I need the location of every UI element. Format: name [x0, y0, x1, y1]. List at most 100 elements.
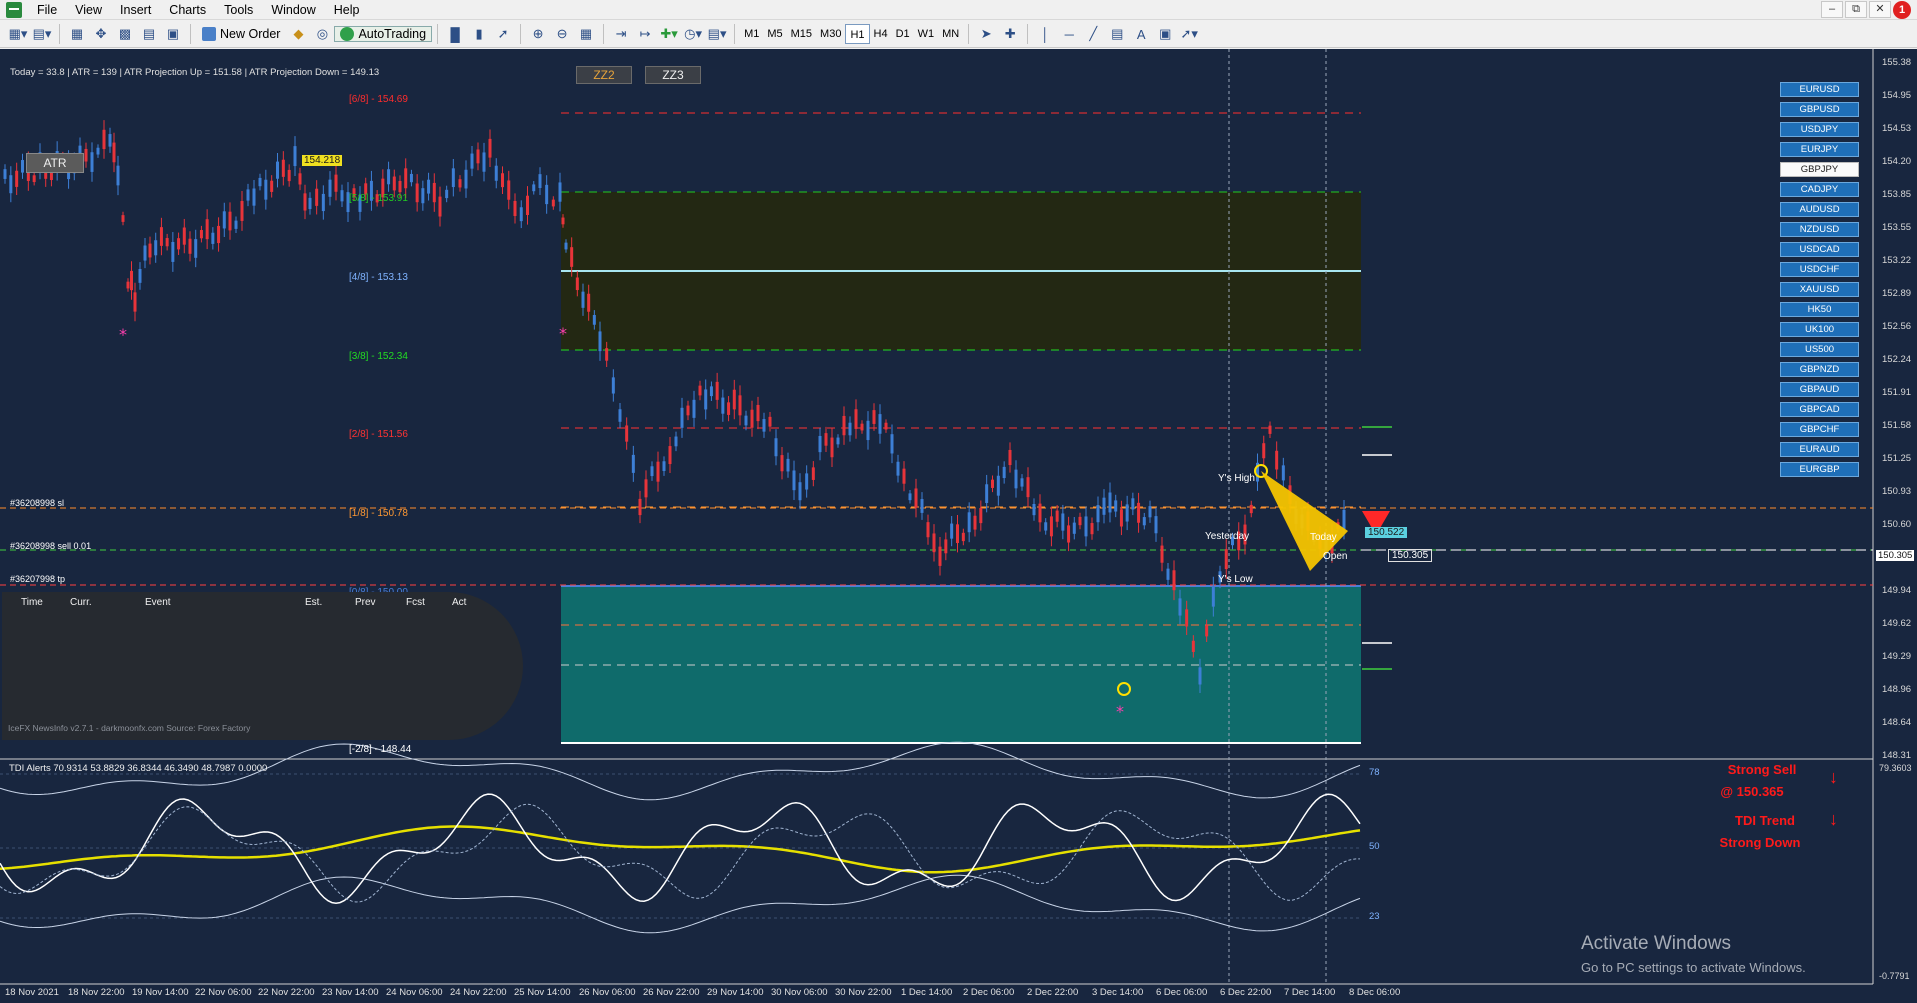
candle-body: [84, 148, 88, 162]
candle-body: [217, 225, 221, 244]
bar-chart-icon[interactable]: █: [444, 23, 466, 45]
timeframe-mn[interactable]: MN: [938, 24, 963, 44]
candle-body: [926, 522, 930, 538]
chart-shift-icon[interactable]: ↦: [634, 23, 656, 45]
time-axis-label: 2 Dec 22:00: [1027, 987, 1079, 998]
candle-body: [985, 484, 989, 503]
candle-body: [143, 245, 147, 261]
templates-icon[interactable]: ▤▾: [706, 23, 728, 45]
timeframe-m15[interactable]: M15: [787, 24, 816, 44]
candle-body: [116, 165, 120, 186]
timeframe-h1[interactable]: H1: [845, 24, 870, 44]
symbol-button-gbpaud[interactable]: GBPAUD: [1780, 382, 1859, 397]
text-icon[interactable]: A: [1130, 23, 1152, 45]
line-chart-icon[interactable]: ➚: [492, 23, 514, 45]
symbol-button-cadjpy[interactable]: CADJPY: [1780, 182, 1859, 197]
zz2-button[interactable]: ZZ2: [576, 66, 632, 84]
candle-body: [1268, 425, 1272, 434]
timeframe-w1[interactable]: W1: [914, 24, 939, 44]
symbol-button-us500[interactable]: US500: [1780, 342, 1859, 357]
symbol-button-eurusd[interactable]: EURUSD: [1780, 82, 1859, 97]
symbol-button-eurgbp[interactable]: EURGBP: [1780, 462, 1859, 477]
symbol-button-euraud[interactable]: EURAUD: [1780, 442, 1859, 457]
auto-trading-button[interactable]: AutoTrading: [334, 26, 433, 42]
indicators-icon[interactable]: ✚▾: [658, 23, 680, 45]
symbol-button-gbpcad[interactable]: GBPCAD: [1780, 402, 1859, 417]
candle-body: [171, 241, 175, 262]
symbol-button-uk100[interactable]: UK100: [1780, 322, 1859, 337]
time-axis-label: 6 Dec 06:00: [1156, 987, 1208, 998]
candle-body: [1108, 492, 1112, 513]
vertical-line-icon[interactable]: │: [1034, 23, 1056, 45]
text-label-icon[interactable]: ▣: [1154, 23, 1176, 45]
candle-body: [944, 539, 948, 554]
zoom-in-icon[interactable]: ⊕: [527, 23, 549, 45]
chart-window[interactable]: * * * Today = 33.8 | ATR = 139 | ATR Proje…: [0, 49, 1917, 1003]
window-controls: – ⧉ ✕ 1: [1821, 1, 1911, 19]
periods-icon[interactable]: ◷▾: [682, 23, 704, 45]
atr-button[interactable]: ATR: [26, 153, 84, 173]
menu-tools[interactable]: Tools: [215, 0, 262, 20]
candle-body: [133, 292, 137, 312]
symbol-button-gbpnzd[interactable]: GBPNZD: [1780, 362, 1859, 377]
zoom-out-icon[interactable]: ⊖: [551, 23, 573, 45]
symbol-button-gbpusd[interactable]: GBPUSD: [1780, 102, 1859, 117]
menu-file[interactable]: File: [28, 0, 66, 20]
candle-body: [138, 268, 142, 283]
metaeditor-icon[interactable]: ◆: [287, 23, 309, 45]
timeframe-h4[interactable]: H4: [870, 24, 892, 44]
timeframe-m1[interactable]: M1: [740, 24, 763, 44]
navigator-icon[interactable]: ✥: [90, 23, 112, 45]
menu-charts[interactable]: Charts: [160, 0, 215, 20]
horizontal-line-icon[interactable]: ─: [1058, 23, 1080, 45]
tile-windows-icon[interactable]: ▦: [575, 23, 597, 45]
symbol-button-hk50[interactable]: HK50: [1780, 302, 1859, 317]
arrows-icon[interactable]: ➚▾: [1178, 23, 1200, 45]
symbol-button-audusd[interactable]: AUDUSD: [1780, 202, 1859, 217]
trendline-icon[interactable]: ╱: [1082, 23, 1104, 45]
terminal-icon[interactable]: ▤: [138, 23, 160, 45]
candle-body: [159, 227, 163, 246]
candle-body: [824, 433, 828, 446]
chart-canvas[interactable]: * * *: [0, 49, 1917, 1003]
price-axis-label: 151.25: [1882, 453, 1912, 464]
candle-body: [732, 389, 736, 410]
symbol-button-gbpjpy[interactable]: GBPJPY: [1780, 162, 1859, 177]
timeframe-m5[interactable]: M5: [763, 24, 786, 44]
candle-body: [692, 399, 696, 418]
auto-scroll-icon[interactable]: ⇥: [610, 23, 632, 45]
market-watch-icon[interactable]: ▦: [66, 23, 88, 45]
signals-icon[interactable]: ◎: [311, 23, 333, 45]
candlestick-icon[interactable]: ▮: [468, 23, 490, 45]
symbol-button-usdcad[interactable]: USDCAD: [1780, 242, 1859, 257]
cursor-icon[interactable]: ➤: [975, 23, 997, 45]
notification-badge[interactable]: 1: [1893, 1, 1911, 19]
menu-window[interactable]: Window: [262, 0, 324, 20]
close-icon[interactable]: ✕: [1869, 1, 1891, 18]
menu-help[interactable]: Help: [325, 0, 369, 20]
candle-body: [744, 415, 748, 426]
timeframe-m30[interactable]: M30: [816, 24, 845, 44]
symbol-button-usdjpy[interactable]: USDJPY: [1780, 122, 1859, 137]
timeframe-d1[interactable]: D1: [892, 24, 914, 44]
channel-icon[interactable]: ▤: [1106, 23, 1128, 45]
profiles-icon[interactable]: ▤▾: [31, 23, 53, 45]
candle-body: [902, 468, 906, 484]
symbol-button-gbpchf[interactable]: GBPCHF: [1780, 422, 1859, 437]
symbol-button-eurjpy[interactable]: EURJPY: [1780, 142, 1859, 157]
symbol-button-xauusd[interactable]: XAUUSD: [1780, 282, 1859, 297]
minimize-icon[interactable]: –: [1821, 1, 1843, 18]
data-window-icon[interactable]: ▩: [114, 23, 136, 45]
symbol-button-nzdusd[interactable]: NZDUSD: [1780, 222, 1859, 237]
menu-insert[interactable]: Insert: [111, 0, 160, 20]
new-chart-icon[interactable]: ▦▾: [7, 23, 29, 45]
candle-body: [293, 146, 297, 167]
crosshair-icon[interactable]: ✚: [999, 23, 1021, 45]
symbol-button-usdchf[interactable]: USDCHF: [1780, 262, 1859, 277]
strategy-tester-icon[interactable]: ▣: [162, 23, 184, 45]
zz3-button[interactable]: ZZ3: [645, 66, 701, 84]
restore-icon[interactable]: ⧉: [1845, 1, 1867, 18]
menu-view[interactable]: View: [66, 0, 111, 20]
candle-body: [519, 207, 523, 222]
new-order-button[interactable]: New Order: [196, 26, 286, 42]
